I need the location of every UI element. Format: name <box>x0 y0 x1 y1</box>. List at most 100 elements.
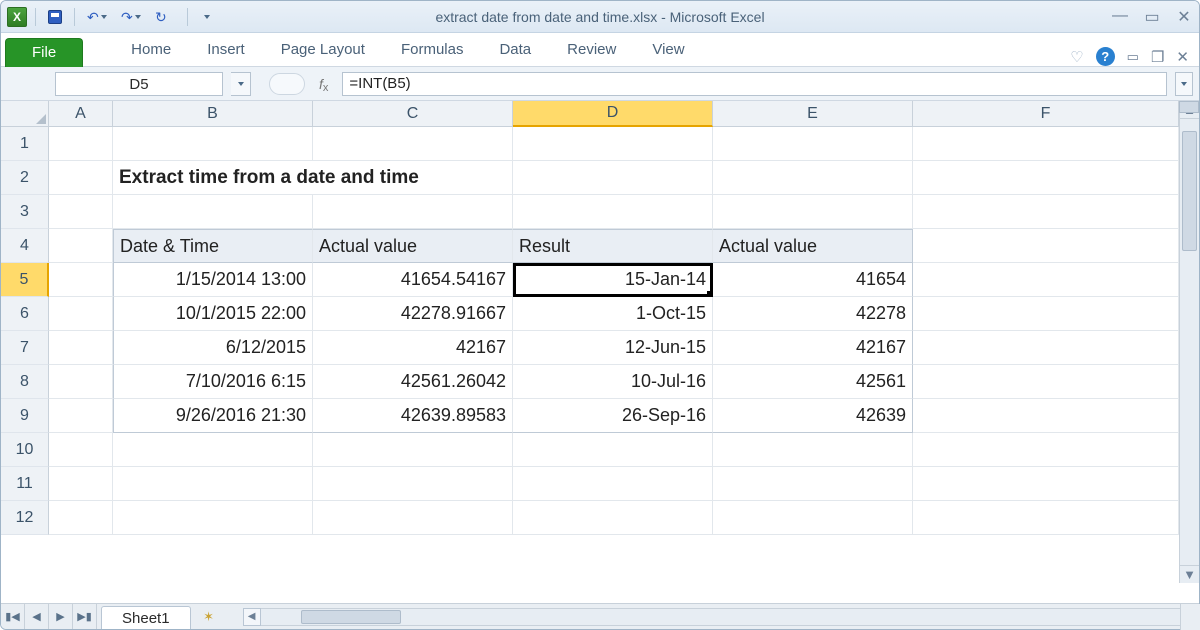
formula-input[interactable]: =INT(B5) <box>342 72 1167 96</box>
ribbon-tab-review[interactable]: Review <box>549 35 634 66</box>
sheet-last-button[interactable]: ▶▮ <box>73 604 97 629</box>
ribbon-tab-page-layout[interactable]: Page Layout <box>263 35 383 66</box>
sheet-tab-bar: ▮◀ ◀ ▶ ▶▮ Sheet1 ✶ ◀ ▶ <box>1 603 1199 629</box>
cancel-formula-button[interactable] <box>269 73 305 95</box>
undo-button[interactable]: ↶ <box>83 6 111 28</box>
row-header-9[interactable]: 9 <box>1 399 49 433</box>
row-header-6[interactable]: 6 <box>1 297 49 331</box>
cell-b5[interactable]: 1/15/2014 13:00 <box>113 263 313 297</box>
col-header-A[interactable]: A <box>49 101 113 127</box>
cell-d5[interactable]: 15-Jan-14 <box>513 263 713 297</box>
name-box[interactable]: D5 <box>55 72 223 96</box>
horizontal-scrollbar[interactable]: ◀ ▶ <box>243 604 1199 629</box>
cell-c9[interactable]: 42639.89583 <box>313 399 513 433</box>
cell-e6[interactable]: 42278 <box>713 297 913 331</box>
ribbon-tab-data[interactable]: Data <box>481 35 549 66</box>
ribbon-tab-insert[interactable]: Insert <box>189 35 263 66</box>
table-row: 9/26/2016 21:30 42639.89583 26-Sep-16 42… <box>49 399 1179 433</box>
cell-e8[interactable]: 42561 <box>713 365 913 399</box>
scroll-left-button[interactable]: ◀ <box>243 608 261 626</box>
ribbon-options-icon[interactable]: ♡ <box>1070 48 1083 66</box>
col-header-D[interactable]: D <box>513 101 713 127</box>
cell-c6[interactable]: 42278.91667 <box>313 297 513 331</box>
customize-qat-button[interactable] <box>196 6 218 28</box>
qat-separator <box>35 8 36 26</box>
row-header-5[interactable]: 5 <box>1 263 49 297</box>
chevron-down-icon <box>238 82 244 86</box>
cells-area[interactable]: Extract time from a date and time Date &… <box>49 127 1179 583</box>
close-button[interactable]: ✕ <box>1175 7 1193 27</box>
hscroll-thumb[interactable] <box>301 610 401 624</box>
cell-e7[interactable]: 42167 <box>713 331 913 365</box>
scroll-down-button[interactable]: ▼ <box>1180 565 1199 583</box>
vertical-scrollbar[interactable]: ▲ ▼ <box>1179 101 1199 583</box>
help-button[interactable]: ? <box>1096 47 1115 66</box>
sheet-tab-sheet1[interactable]: Sheet1 <box>101 606 191 630</box>
cell-d6[interactable]: 1-Oct-15 <box>513 297 713 331</box>
col-header-E[interactable]: E <box>713 101 913 127</box>
new-sheet-button[interactable]: ✶ <box>195 604 223 629</box>
sheet-prev-button[interactable]: ◀ <box>25 604 49 629</box>
cell-e9[interactable]: 42639 <box>713 399 913 433</box>
table-header: Actual value <box>313 229 513 263</box>
cell-c8[interactable]: 42561.26042 <box>313 365 513 399</box>
col-header-B[interactable]: B <box>113 101 313 127</box>
excel-window: X ↶ ↷ ↻ extract date from date and time.… <box>0 0 1200 630</box>
row-header-3[interactable]: 3 <box>1 195 49 229</box>
window-controls: ― ▭ ✕ <box>1111 7 1193 27</box>
chevron-down-icon <box>135 15 141 19</box>
cell-d8[interactable]: 10-Jul-16 <box>513 365 713 399</box>
split-box[interactable] <box>1179 101 1199 113</box>
row-header-7[interactable]: 7 <box>1 331 49 365</box>
resize-grip[interactable] <box>1180 604 1200 630</box>
column-headers: A B C D E F <box>49 101 1179 127</box>
cell-d9[interactable]: 26-Sep-16 <box>513 399 713 433</box>
row-header-8[interactable]: 8 <box>1 365 49 399</box>
cell-b7[interactable]: 6/12/2015 <box>113 331 313 365</box>
row-header-2[interactable]: 2 <box>1 161 49 195</box>
cell-c7[interactable]: 42167 <box>313 331 513 365</box>
table-row: 10/1/2015 22:00 42278.91667 1-Oct-15 422… <box>49 297 1179 331</box>
scroll-thumb[interactable] <box>1182 131 1197 251</box>
minimize-ribbon-icon[interactable]: ▭ <box>1127 49 1139 65</box>
row-header-1[interactable]: 1 <box>1 127 49 161</box>
excel-logo-icon: X <box>7 7 27 27</box>
fx-icon[interactable]: fx <box>319 76 328 92</box>
col-header-F[interactable]: F <box>913 101 1179 127</box>
select-all-corner[interactable] <box>1 101 49 127</box>
cell-d7[interactable]: 12-Jun-15 <box>513 331 713 365</box>
sheet-nav-buttons: ▮◀ ◀ ▶ ▶▮ <box>1 604 97 629</box>
row-header-12[interactable]: 12 <box>1 501 49 535</box>
redo-icon: ↻ <box>155 10 167 24</box>
qat-separator <box>187 8 188 26</box>
table-header: Date & Time <box>113 229 313 263</box>
ribbon-tab-home[interactable]: Home <box>113 35 189 66</box>
row-header-11[interactable]: 11 <box>1 467 49 501</box>
formula-bar: D5 fx =INT(B5) <box>1 67 1199 101</box>
restore-window-icon[interactable]: ❐ <box>1151 48 1164 66</box>
ribbon-tab-view[interactable]: View <box>634 35 702 66</box>
chevron-down-icon <box>1181 82 1187 86</box>
sheet-first-button[interactable]: ▮◀ <box>1 604 25 629</box>
save-button[interactable] <box>44 6 66 28</box>
row-header-4[interactable]: 4 <box>1 229 49 263</box>
hscroll-track[interactable] <box>261 608 1181 626</box>
cell-b6[interactable]: 10/1/2015 22:00 <box>113 297 313 331</box>
close-workbook-icon[interactable]: ✕ <box>1176 48 1189 66</box>
cell-c5[interactable]: 41654.54167 <box>313 263 513 297</box>
redo-button[interactable]: ↷ <box>117 6 145 28</box>
name-box-dropdown[interactable] <box>231 72 251 96</box>
maximize-button[interactable]: ▭ <box>1143 7 1161 27</box>
col-header-C[interactable]: C <box>313 101 513 127</box>
minimize-button[interactable]: ― <box>1111 7 1129 27</box>
cell-e5[interactable]: 41654 <box>713 263 913 297</box>
row-header-10[interactable]: 10 <box>1 433 49 467</box>
cell-b9[interactable]: 9/26/2016 21:30 <box>113 399 313 433</box>
sheet-next-button[interactable]: ▶ <box>49 604 73 629</box>
file-tab[interactable]: File <box>5 38 83 67</box>
undo-icon: ↶ <box>87 10 99 24</box>
cell-b8[interactable]: 7/10/2016 6:15 <box>113 365 313 399</box>
expand-formula-bar-button[interactable] <box>1175 72 1193 96</box>
redo-alt-button[interactable]: ↻ <box>151 6 179 28</box>
ribbon-tab-formulas[interactable]: Formulas <box>383 35 482 66</box>
